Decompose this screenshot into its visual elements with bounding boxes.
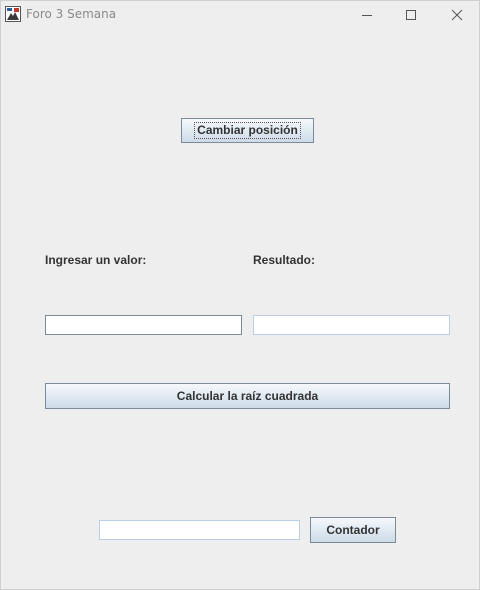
close-icon xyxy=(451,6,463,25)
calculate-sqrt-button[interactable]: Calcular la raíz cuadrada xyxy=(45,383,450,409)
window-title: Foro 3 Semana xyxy=(26,7,117,21)
minimize-button[interactable] xyxy=(344,1,390,29)
maximize-icon xyxy=(405,6,417,25)
input-label: Ingresar un valor: xyxy=(45,253,147,267)
minimize-icon xyxy=(361,6,373,25)
value-input[interactable] xyxy=(45,315,242,335)
close-button[interactable] xyxy=(434,1,480,29)
counter-field[interactable] xyxy=(99,520,300,540)
change-position-button[interactable]: Cambiar posición xyxy=(181,118,314,143)
change-position-label: Cambiar posición xyxy=(194,122,301,139)
maximize-button[interactable] xyxy=(388,1,434,29)
counter-button[interactable]: Contador xyxy=(310,517,396,543)
result-label: Resultado: xyxy=(253,253,316,267)
title-bar[interactable]: Foro 3 Semana xyxy=(1,1,479,29)
result-field[interactable] xyxy=(253,315,450,335)
calculate-sqrt-label: Calcular la raíz cuadrada xyxy=(176,389,319,403)
counter-button-label: Contador xyxy=(326,523,380,537)
app-window: Foro 3 Semana Cambiar posición Ingresar … xyxy=(0,0,480,590)
java-app-icon xyxy=(5,6,21,22)
